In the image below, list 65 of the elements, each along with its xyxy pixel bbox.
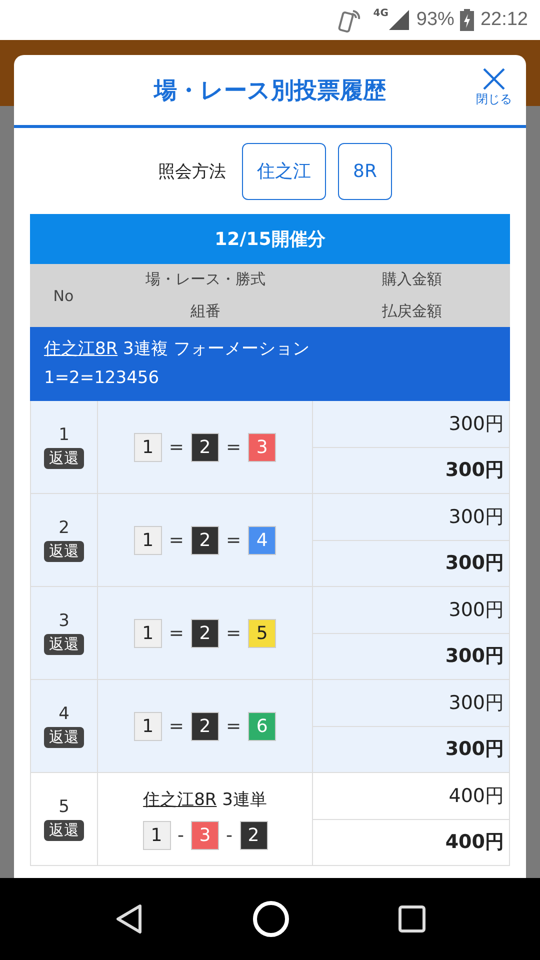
- boat-number: 5: [248, 618, 276, 648]
- separator: -: [226, 825, 232, 846]
- purchase-amount: 400円: [448, 784, 505, 809]
- payout-amount: 300円: [313, 540, 509, 586]
- separator: =: [226, 716, 242, 736]
- boat-number: 1: [142, 821, 170, 850]
- boat-number: 1: [134, 432, 162, 462]
- boat-number: 1: [134, 526, 162, 554]
- row-number: 3: [58, 611, 70, 631]
- row-number: 4: [58, 704, 70, 724]
- network-label: 4G: [373, 8, 388, 19]
- separator: =: [168, 530, 184, 550]
- boat-number: 2: [191, 526, 219, 554]
- separator: =: [168, 622, 184, 644]
- query-button[interactable]: 8R: [338, 142, 392, 200]
- payout-amount: 300円: [313, 446, 509, 493]
- battery-charging-icon: [460, 9, 474, 31]
- boat-number: 4: [248, 526, 276, 554]
- purchase-amount: 300円: [448, 598, 505, 623]
- boat-number: 1: [134, 712, 162, 740]
- boat-number: 6: [248, 712, 276, 740]
- close-icon: [482, 67, 506, 91]
- row-number: 2: [58, 518, 70, 538]
- boat-number: 2: [191, 432, 219, 462]
- status-badge: 返還: [44, 448, 84, 469]
- payout-amount: 300円: [313, 632, 509, 679]
- separator: =: [226, 436, 242, 458]
- separator: =: [226, 530, 242, 550]
- boat-number: 2: [191, 712, 219, 740]
- race-link[interactable]: 住之江8R: [143, 790, 217, 810]
- purchase-amount: 300円: [448, 504, 505, 530]
- signal-icon: [388, 9, 410, 31]
- bet-type: 3連複 フォーメーション: [122, 339, 310, 359]
- back-icon[interactable]: [114, 903, 144, 935]
- purchase-amount: 300円: [448, 412, 505, 437]
- close-button[interactable]: 閉じる: [476, 67, 512, 108]
- status-badge: 返還: [44, 727, 84, 748]
- query-label: 照会方法: [158, 160, 226, 182]
- separator: =: [168, 716, 184, 736]
- boat-number: 1: [134, 618, 162, 648]
- bet-type: 3連単: [221, 790, 267, 810]
- payout-amount: 400円: [313, 818, 509, 865]
- payout-amount: 300円: [313, 726, 509, 772]
- separator: =: [168, 436, 184, 458]
- group-combination: 1=2=123456: [44, 367, 160, 390]
- row-number: 5: [58, 797, 70, 817]
- boat-number: 2: [191, 618, 219, 648]
- recents-icon[interactable]: [398, 905, 426, 933]
- status-badge: 返還: [44, 820, 84, 841]
- battery-percent: 93%: [416, 9, 454, 31]
- boat-number: 2: [240, 821, 268, 850]
- separator: -: [178, 825, 184, 846]
- clock: 22:12: [480, 9, 528, 31]
- query-button[interactable]: 住之江: [242, 142, 326, 200]
- status-badge: 返還: [44, 541, 84, 562]
- purchase-amount: 300円: [448, 690, 505, 716]
- race-link[interactable]: 住之江8R: [44, 339, 118, 359]
- dialog-title: 場・レース別投票履歴: [154, 76, 386, 106]
- date-header: 12/15開催分: [30, 214, 510, 264]
- separator: =: [226, 622, 242, 644]
- boat-number: 3: [248, 432, 276, 462]
- status-badge: 返還: [44, 634, 84, 655]
- boat-number: 3: [191, 821, 219, 850]
- home-icon[interactable]: [252, 900, 290, 938]
- row-number: 1: [58, 425, 70, 445]
